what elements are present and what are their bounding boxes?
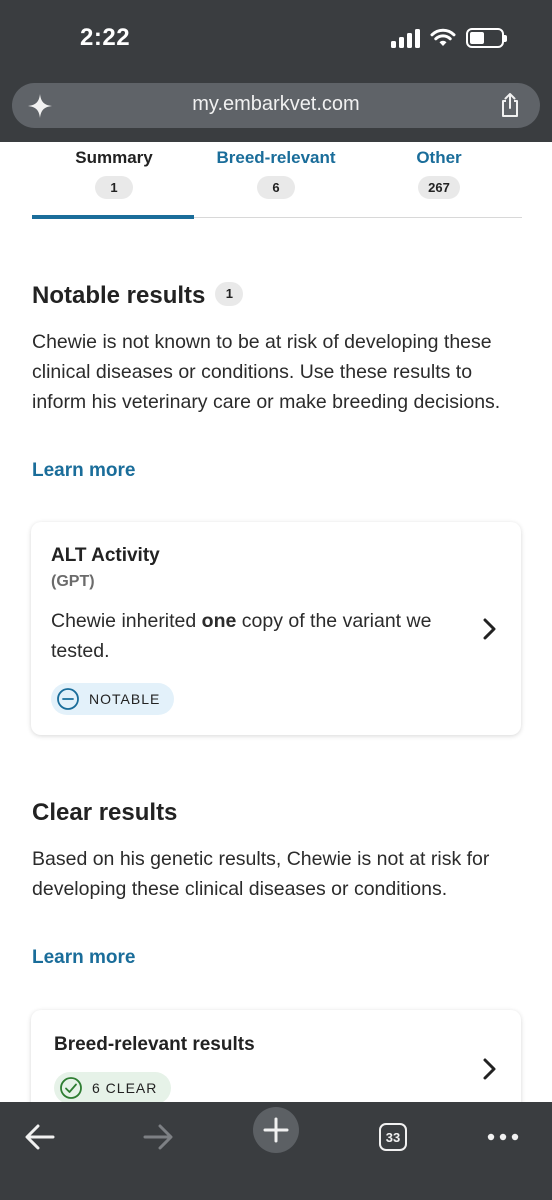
section-title-text: Notable results bbox=[32, 282, 206, 309]
clear-description: Based on his genetic results, Chewie is … bbox=[32, 848, 490, 900]
more-dots-icon bbox=[487, 1133, 519, 1141]
chevron-right-icon[interactable] bbox=[477, 1057, 501, 1081]
card-desc-text: Chewie inherited bbox=[51, 610, 202, 632]
card-title: Breed-relevant results bbox=[54, 1034, 255, 1055]
tab-label: Breed-relevant bbox=[216, 148, 336, 167]
notable-results-heading: Notable results 1 bbox=[32, 281, 244, 310]
alt-activity-card[interactable]: ALT Activity (GPT) Chewie inherited one … bbox=[31, 522, 521, 735]
notable-learn-more-link[interactable]: Learn more bbox=[32, 460, 135, 482]
tab-label: Summary bbox=[75, 148, 153, 167]
tab-breed-relevant[interactable]: Breed-relevant 6 bbox=[194, 148, 358, 199]
clear-status-badge: 6 CLEAR bbox=[54, 1072, 172, 1104]
tab-switcher-button[interactable]: 33 bbox=[370, 1114, 416, 1160]
tab-other[interactable]: Other 267 bbox=[357, 148, 521, 199]
status-text: NOTABLE bbox=[89, 691, 161, 707]
minus-circle-icon bbox=[57, 688, 79, 710]
results-tabs: Summary 1 Breed-relevant 6 Other 267 bbox=[32, 142, 522, 219]
forward-button[interactable] bbox=[135, 1114, 181, 1160]
tab-count-badge: 267 bbox=[418, 176, 460, 199]
clear-learn-more-link[interactable]: Learn more bbox=[32, 947, 135, 969]
new-tab-button[interactable] bbox=[253, 1107, 299, 1153]
tab-label: Other bbox=[416, 148, 462, 167]
notable-description: Chewie is not known to be at risk of dev… bbox=[32, 331, 501, 413]
card-description: Chewie inherited one copy of the variant… bbox=[51, 606, 451, 666]
tab-count-icon: 33 bbox=[379, 1123, 407, 1151]
status-icons bbox=[391, 28, 507, 48]
url-text[interactable]: my.embarkvet.com bbox=[12, 93, 540, 116]
wifi-icon bbox=[430, 28, 456, 46]
battery-icon bbox=[466, 28, 507, 48]
tab-count-badge: 1 bbox=[95, 176, 133, 199]
check-circle-icon bbox=[60, 1077, 82, 1099]
notable-status-badge: NOTABLE bbox=[51, 683, 175, 715]
more-menu-button[interactable] bbox=[480, 1114, 526, 1160]
arrow-right-icon bbox=[143, 1124, 173, 1150]
cellular-signal-icon bbox=[391, 28, 420, 48]
active-tab-indicator bbox=[32, 215, 194, 219]
share-icon[interactable] bbox=[496, 91, 524, 119]
card-desc-emphasis: one bbox=[201, 610, 237, 632]
tab-summary[interactable]: Summary 1 bbox=[32, 148, 196, 199]
tab-count-badge: 6 bbox=[257, 176, 295, 199]
status-time: 2:22 bbox=[80, 24, 131, 51]
url-bar[interactable]: my.embarkvet.com bbox=[12, 83, 540, 128]
chevron-right-icon[interactable] bbox=[477, 617, 501, 641]
back-button[interactable] bbox=[17, 1114, 63, 1160]
card-title: ALT Activity bbox=[51, 545, 160, 566]
plus-icon bbox=[263, 1117, 289, 1143]
notable-count-badge: 1 bbox=[215, 281, 244, 306]
arrow-left-icon bbox=[25, 1124, 55, 1150]
browser-top-chrome: 2:22 my.embarkvet.com bbox=[0, 0, 552, 142]
browser-toolbar: 33 bbox=[0, 1102, 552, 1200]
status-text: 6 CLEAR bbox=[92, 1080, 158, 1096]
clear-results-heading: Clear results bbox=[32, 799, 178, 826]
card-subtitle: (GPT) bbox=[51, 573, 95, 590]
